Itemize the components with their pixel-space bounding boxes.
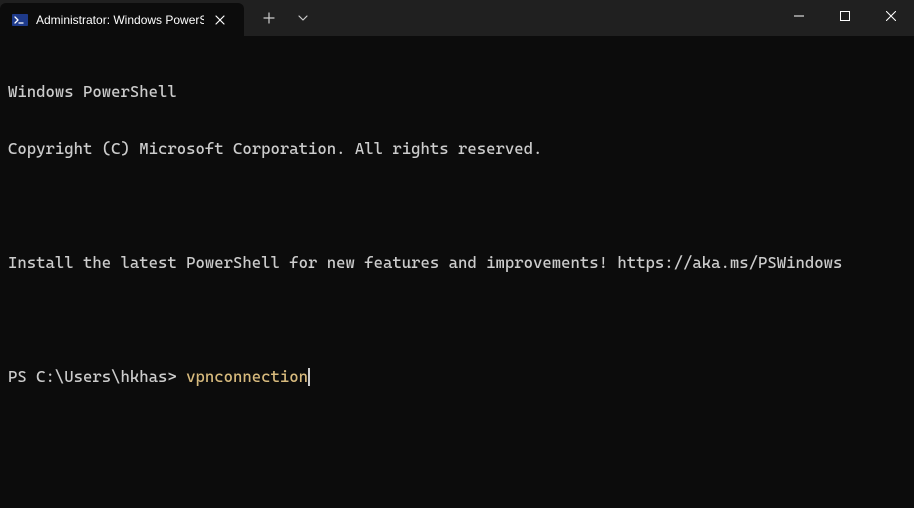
window-controls — [776, 0, 914, 36]
terminal-blank-line — [8, 310, 906, 329]
terminal-output-line: Windows PowerShell — [8, 82, 906, 101]
close-window-button[interactable] — [868, 0, 914, 32]
terminal-command: vpnconnection — [186, 367, 308, 386]
minimize-button[interactable] — [776, 0, 822, 32]
tab-actions — [244, 0, 320, 36]
titlebar-left: Administrator: Windows PowerS — [0, 0, 320, 36]
terminal-blank-line — [8, 196, 906, 215]
new-tab-button[interactable] — [252, 0, 286, 36]
titlebar: Administrator: Windows PowerS — [0, 0, 914, 36]
tab-dropdown-button[interactable] — [286, 0, 320, 36]
powershell-icon — [12, 12, 28, 28]
close-tab-button[interactable] — [212, 12, 228, 28]
tab-title: Administrator: Windows PowerS — [36, 13, 204, 27]
terminal-output-line: Copyright (C) Microsoft Corporation. All… — [8, 139, 906, 158]
terminal-prompt: PS C:\Users\hkhas> — [8, 367, 186, 386]
terminal-output-line: Install the latest PowerShell for new fe… — [8, 253, 906, 272]
terminal-prompt-line: PS C:\Users\hkhas> vpnconnection — [8, 367, 906, 386]
maximize-button[interactable] — [822, 0, 868, 32]
terminal-cursor — [308, 368, 310, 386]
tab-powershell[interactable]: Administrator: Windows PowerS — [0, 3, 244, 36]
terminal-area[interactable]: Windows PowerShell Copyright (C) Microso… — [0, 36, 914, 413]
